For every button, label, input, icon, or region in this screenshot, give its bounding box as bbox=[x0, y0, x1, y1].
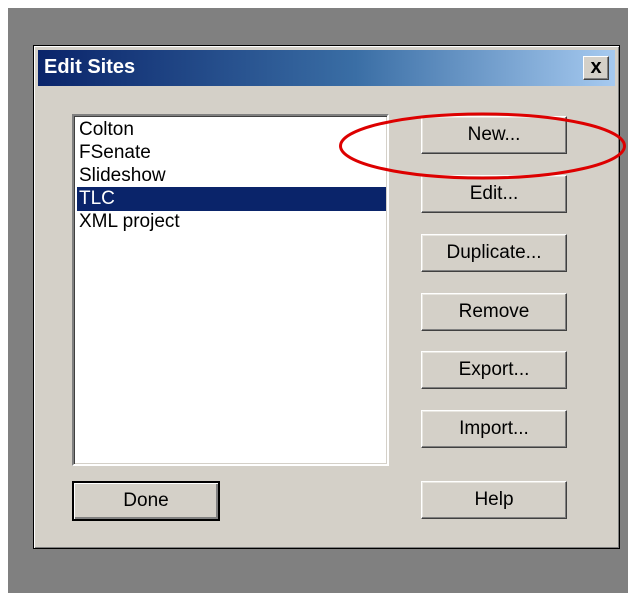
list-item-selected[interactable]: TLC bbox=[77, 187, 386, 211]
red-highlight-ellipse bbox=[339, 112, 626, 180]
import-button[interactable]: Import... bbox=[421, 410, 567, 448]
title-bar: Edit Sites x bbox=[38, 50, 615, 86]
done-button[interactable]: Done bbox=[72, 481, 220, 521]
dialog-title: Edit Sites bbox=[44, 56, 136, 78]
remove-button[interactable]: Remove bbox=[421, 293, 567, 331]
list-item[interactable]: XML project bbox=[77, 210, 386, 234]
close-button[interactable]: x bbox=[583, 56, 609, 80]
duplicate-button[interactable]: Duplicate... bbox=[421, 234, 567, 272]
export-button[interactable]: Export... bbox=[421, 351, 567, 389]
close-icon: x bbox=[590, 56, 602, 78]
help-button[interactable]: Help bbox=[421, 481, 567, 519]
